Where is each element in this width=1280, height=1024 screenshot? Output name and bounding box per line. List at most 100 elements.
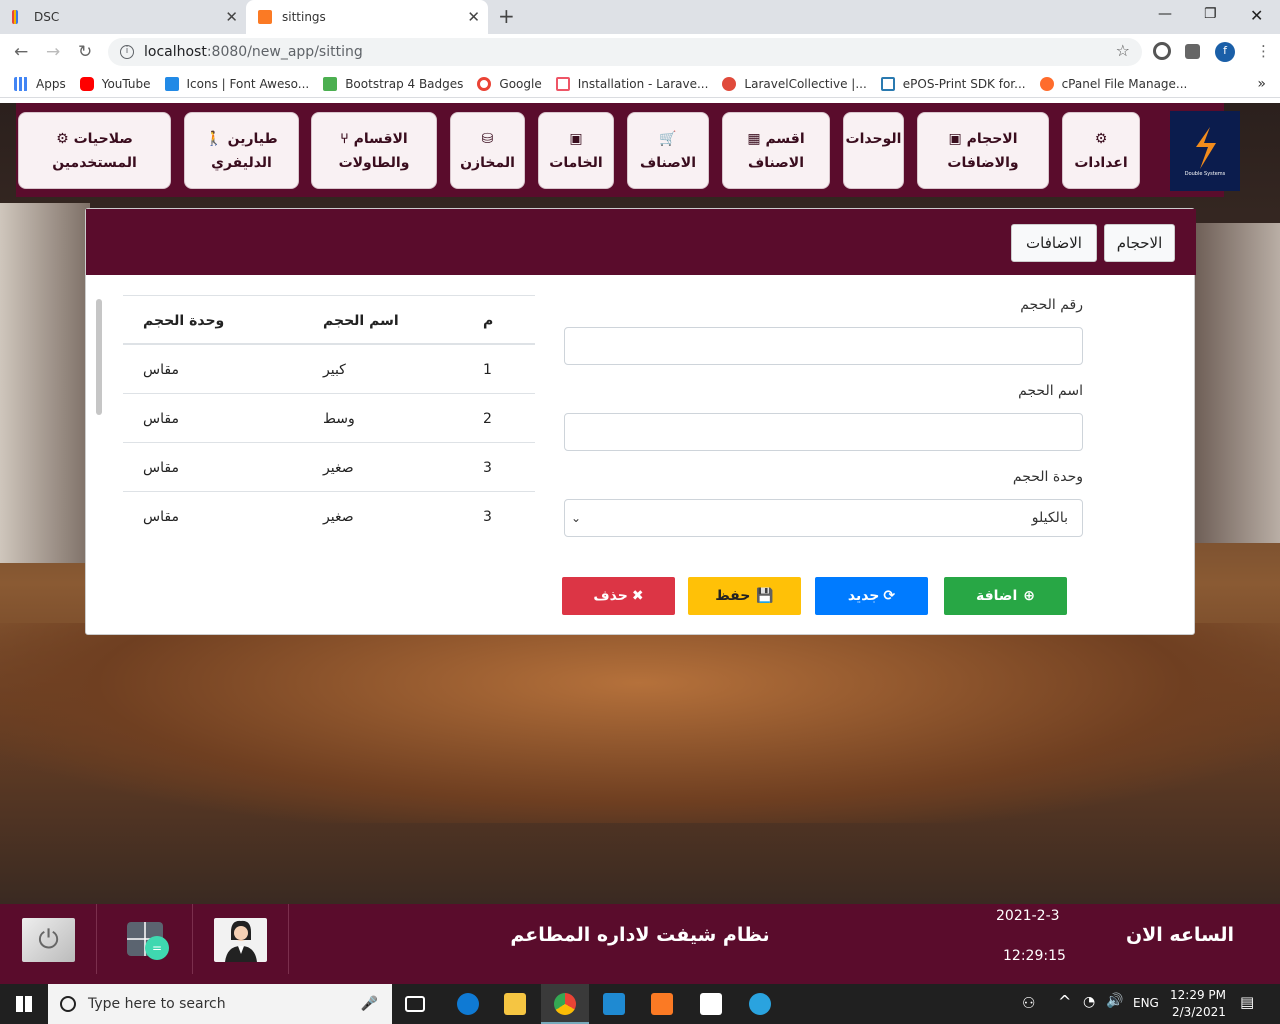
woman-user-svg-icon [224, 920, 257, 962]
extensions-puzzle-icon[interactable] [1185, 44, 1200, 59]
network-icon[interactable]: ◔ [1083, 994, 1095, 1010]
menu-kebab-icon[interactable]: ⋮ [1256, 42, 1271, 60]
table-row[interactable]: 1 كبير مقاس [123, 345, 535, 394]
walking-icon: 🚶 [205, 130, 223, 147]
save-button[interactable]: حفظ 💾 [688, 577, 801, 615]
bookmark-bootstrap[interactable]: Bootstrap 4 Badges [323, 76, 463, 91]
size-number-input[interactable] [564, 327, 1083, 365]
current-time: 12:29:15 [1003, 948, 1066, 964]
new-button[interactable]: جديد ⟳ [815, 577, 928, 615]
nav-settings[interactable]: ⚙ اعدادات [1062, 112, 1140, 189]
reload-icon[interactable]: ↻ [78, 42, 92, 62]
bookmark-cpanel[interactable]: cPanel File Manage... [1039, 76, 1187, 91]
notifications-icon[interactable]: ▤ [1240, 993, 1254, 1011]
header-name: اسم الحجم [323, 312, 399, 329]
table-icon: ▦ [747, 130, 761, 147]
delete-label: حذف [593, 588, 628, 604]
bookmark-epos[interactable]: ePOS-Print SDK for... [880, 76, 1026, 91]
restore-icon[interactable]: ❐ [1204, 6, 1217, 22]
flag-icon [164, 76, 179, 91]
times-icon: ✖ [631, 588, 644, 604]
windows-start-icon[interactable] [16, 996, 32, 1012]
cell-name: كبير [323, 361, 346, 378]
size-unit-value: بالكيلو [1031, 510, 1068, 526]
svg-text:=: = [151, 941, 161, 955]
cell-name: صغير [323, 508, 354, 525]
new-tab-icon[interactable]: + [498, 4, 515, 28]
size-name-label: اسم الحجم [1018, 383, 1083, 399]
url-bar[interactable]: i localhost:8080/new_app/sitting ☆ [108, 38, 1142, 66]
table-row[interactable]: 3 صغير مقاس [123, 492, 535, 541]
people-icon[interactable]: ⚇ [1022, 994, 1035, 1012]
tray-chevron-icon[interactable]: ^ [1058, 992, 1071, 1011]
tab-additions[interactable]: الاضافات [1011, 224, 1097, 262]
xampp-icon[interactable] [651, 993, 673, 1015]
delete-button[interactable]: حذف ✖ [562, 577, 675, 615]
back-icon[interactable]: ← [14, 42, 28, 62]
edge-icon[interactable] [457, 993, 479, 1015]
cell-num: 2 [483, 410, 492, 427]
tab-sizes[interactable]: الاحجام [1104, 224, 1175, 262]
nav-sections-tables[interactable]: ⑂ الاقسام والطاولات [311, 112, 437, 189]
browser-tab-dsc[interactable]: DSC ✕ [0, 0, 246, 34]
microphone-icon[interactable]: 🎤 [361, 996, 378, 1012]
bookmark-youtube[interactable]: YouTube [79, 76, 151, 91]
window-close-icon[interactable]: ✕ [1250, 6, 1263, 25]
taskbar-search-box[interactable]: Type here to search 🎤 [48, 984, 392, 1024]
table-row[interactable]: 3 صغير مقاس [123, 443, 535, 492]
nav-raw-materials[interactable]: ▣ الخامات [538, 112, 614, 189]
table-scrollbar[interactable] [96, 299, 102, 415]
cart-icon: 🛒 [659, 130, 677, 147]
nav-item-categories[interactable]: ▦ اقسم الاصناف [722, 112, 830, 189]
profile-avatar[interactable]: f [1215, 42, 1235, 62]
bookmark-apps[interactable]: Apps [14, 76, 66, 91]
dsc-favicon-icon [12, 10, 18, 24]
footer-divider [192, 904, 193, 974]
table-header-row: م اسم الحجم وحدة الحجم [123, 295, 535, 345]
user-avatar-icon[interactable] [214, 918, 267, 962]
chrome-icon[interactable] [554, 993, 576, 1015]
google-icon [477, 76, 492, 91]
telegram-icon[interactable] [749, 993, 771, 1015]
size-name-input[interactable] [564, 413, 1083, 451]
url-path: :8080/new_app/sitting [206, 44, 363, 60]
site-info-icon[interactable]: i [120, 45, 134, 59]
bookmark-laravel[interactable]: Installation - Larave... [555, 76, 708, 91]
table-row[interactable]: 2 وسط مقاس [123, 394, 535, 443]
size-number-label: رقم الحجم [1020, 297, 1083, 313]
bookmark-star-icon[interactable]: ☆ [1116, 41, 1130, 60]
vscode-icon[interactable] [603, 993, 625, 1015]
more-bookmarks-icon[interactable]: » [1257, 76, 1266, 92]
bookmark-google[interactable]: Google [477, 76, 542, 91]
chair-icon: ⑂ [340, 130, 349, 147]
bookmark-fontawesome[interactable]: Icons | Font Aweso... [164, 76, 309, 91]
file-explorer-icon[interactable] [504, 993, 526, 1015]
size-unit-select[interactable]: ⌄ بالكيلو [564, 499, 1083, 537]
browser-tab-strip: DSC ✕ sittings ✕ + — ❐ ✕ [0, 0, 1280, 34]
minimize-icon[interactable]: — [1158, 6, 1172, 22]
users-cog-icon: ⚙ [56, 130, 69, 147]
now-label: الساعه الان [1125, 924, 1235, 946]
close-tab-icon[interactable]: ✕ [225, 8, 238, 26]
nav-items[interactable]: 🛒 الاصناف [627, 112, 709, 189]
photos-icon[interactable] [700, 993, 722, 1015]
volume-icon[interactable]: 🔊 [1106, 993, 1123, 1009]
nav-units[interactable]: الوحدات [843, 112, 904, 189]
task-view-icon[interactable] [405, 996, 425, 1012]
browser-tab-sittings[interactable]: sittings ✕ [246, 0, 488, 34]
nav-delivery-drivers[interactable]: 🚶 طيارين الدليفري [184, 112, 299, 189]
nav-user-permissions[interactable]: ⚙ صلاحيات المستخدمين [18, 112, 171, 189]
clock-date[interactable]: 2/3/2021 [1172, 1005, 1226, 1019]
power-icon[interactable]: ⏻ [22, 918, 75, 962]
nav-stores[interactable]: ⛁ المخازن [450, 112, 525, 189]
forward-icon[interactable]: → [46, 42, 60, 62]
calculator-icon[interactable]: = [120, 918, 173, 962]
bookmark-laravelcollective[interactable]: LaravelCollective |... [722, 76, 867, 91]
close-tab-icon[interactable]: ✕ [467, 8, 480, 26]
language-indicator[interactable]: ENG [1133, 996, 1159, 1010]
clock-time[interactable]: 12:29 PM [1170, 988, 1226, 1002]
nav-sizes-additions[interactable]: ▣ الاحجام والاضافات [917, 112, 1049, 189]
extension-globe-icon[interactable] [1153, 42, 1171, 60]
sync-icon: ⟳ [883, 588, 896, 604]
add-button[interactable]: اضافة ⊕ [944, 577, 1067, 615]
